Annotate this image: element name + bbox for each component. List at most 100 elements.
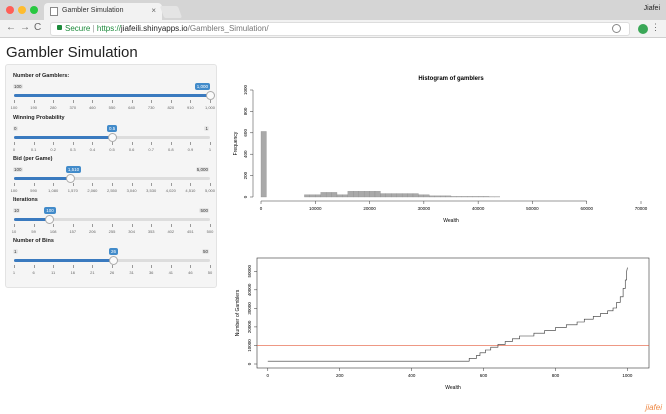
slider-tick-mark xyxy=(151,224,153,227)
series-line xyxy=(267,267,628,362)
slider-tick-mark xyxy=(112,142,113,145)
slider-tick-label: 0.2 xyxy=(50,147,56,152)
profile-name[interactable]: Jiafei xyxy=(644,5,660,12)
slider-tick-label: 0.9 xyxy=(187,147,194,152)
new-tab-button[interactable] xyxy=(159,6,183,18)
slider-tick-mark xyxy=(92,265,94,268)
slider-tick-label: 0.6 xyxy=(128,147,135,152)
histogram-bar xyxy=(456,196,463,198)
slider-tick-label: 3,530 xyxy=(146,188,157,193)
y-axis-label: Number of Gamblers xyxy=(235,289,241,336)
back-button[interactable]: ← xyxy=(6,22,16,34)
slider-tick-label: 730 xyxy=(147,105,155,110)
maximize-window-icon[interactable] xyxy=(30,6,38,14)
slider-tick-mark xyxy=(190,142,192,145)
histogram-bar xyxy=(304,194,311,198)
slider-tick-label: 46 xyxy=(188,270,193,275)
address-bar[interactable]: Secure | https://jiafeili.shinyapps.io/G… xyxy=(50,22,630,36)
slider-tick-label: 100 xyxy=(10,188,18,193)
slider-tick-mark xyxy=(33,224,35,227)
page-title: Gambler Simulation xyxy=(6,44,138,61)
histogram-bar xyxy=(385,193,392,198)
x-tick-label: 400 xyxy=(408,373,416,378)
slider-ticks: 100 590 1,080 1,570 2,060 2,550 3,040 3,530 4,02… xyxy=(10,183,215,193)
x-tick-label: 20000 xyxy=(363,206,376,211)
slider-tick-mark xyxy=(33,100,35,103)
slider-max-label: 5,000 xyxy=(195,167,209,172)
slider-tick-mark xyxy=(151,100,153,103)
slider-min-label: 0 xyxy=(13,126,18,131)
histogram-bar xyxy=(439,195,446,198)
slider-tick-label: 460 xyxy=(89,105,96,110)
y-tick-label: 800 xyxy=(243,107,248,115)
slider-value-bubble: 100 xyxy=(44,207,56,214)
slider-track[interactable] xyxy=(14,177,210,180)
slider-handle[interactable] xyxy=(205,91,215,100)
slider-handle[interactable] xyxy=(107,133,117,142)
slider-handle[interactable] xyxy=(44,215,54,224)
minimize-window-icon[interactable] xyxy=(18,6,26,14)
reload-button[interactable]: C xyxy=(34,22,41,34)
histogram-bar xyxy=(342,194,349,198)
slider-tick-mark xyxy=(14,183,15,186)
x-tick-label: 40000 xyxy=(472,206,485,211)
y-tick-label: 1000 xyxy=(243,84,248,95)
slider-tick-label: 0.7 xyxy=(148,147,154,152)
sidebar-controls-panel: Number of Gamblers:1001,0001,00010019028… xyxy=(5,64,217,288)
y-tick-label: 600 xyxy=(243,129,248,137)
extension-icon[interactable] xyxy=(638,24,648,34)
slider-tick-mark xyxy=(14,224,15,227)
browser-menu-icon[interactable]: ⋮ xyxy=(651,22,660,33)
slider-track[interactable] xyxy=(14,94,210,97)
slider-tick-label: 41 xyxy=(168,270,174,275)
histogram-bar xyxy=(309,194,316,198)
slider-ticks: 1 6 11 16 21 26 31 36 41 46 50 xyxy=(13,265,212,275)
histogram-bar xyxy=(374,191,381,198)
browser-tab[interactable]: Gambler Simulation × xyxy=(44,3,162,20)
x-tick-label: 600 xyxy=(480,373,488,378)
histogram-bar xyxy=(347,191,354,198)
slider-tick-mark xyxy=(131,100,133,103)
chart-title: Histogram of gamblers xyxy=(418,76,484,82)
histogram-bar xyxy=(483,196,490,198)
histogram-bar xyxy=(461,196,468,198)
slider-tick-mark xyxy=(151,183,153,186)
slider-handle[interactable] xyxy=(66,174,76,183)
slider-tick-label: 21 xyxy=(90,270,95,275)
tab-close-icon[interactable]: × xyxy=(151,6,156,15)
secure-label: Secure xyxy=(65,24,91,33)
slider-tick-mark xyxy=(170,265,172,268)
close-window-icon[interactable] xyxy=(6,6,14,14)
bookmark-star-icon[interactable] xyxy=(612,24,621,33)
slider-tick-mark xyxy=(53,183,55,186)
histogram-bar xyxy=(380,193,387,198)
histogram-bar xyxy=(260,131,267,198)
slider-handle[interactable] xyxy=(109,256,119,265)
slider-track[interactable] xyxy=(14,218,210,221)
slider-value-bubble: 1,510 xyxy=(65,166,82,173)
slider-max-label: 1 xyxy=(204,126,209,131)
slider-max-label: 50 xyxy=(201,249,209,254)
lock-icon xyxy=(57,25,62,30)
x-axis-label: Wealth xyxy=(445,385,461,391)
forward-button[interactable]: → xyxy=(20,22,30,34)
x-tick-label: 70000 xyxy=(635,206,648,211)
slider-tick-label: 206 xyxy=(89,229,96,234)
histogram-bar xyxy=(336,194,343,198)
x-tick-label: 50000 xyxy=(526,206,539,211)
slider-value-bubble: 1,000 xyxy=(194,83,210,90)
slider-tick-label: 304 xyxy=(128,229,135,234)
slider-label: Number of Gamblers: xyxy=(13,73,70,79)
x-tick-label: 60000 xyxy=(580,206,593,211)
slider-tick-label: 640 xyxy=(128,105,135,110)
histogram-bar xyxy=(358,191,365,198)
slider-tick-label: 1 xyxy=(208,147,212,152)
slider-tick-label: 3,040 xyxy=(126,188,137,193)
slider-tick-label: 10 xyxy=(11,229,17,234)
slider-tick-label: 108 xyxy=(49,229,57,234)
browser-tab-strip: Gambler Simulation × Jiafei xyxy=(0,0,666,20)
slider-tick-mark xyxy=(210,142,211,145)
slider-tick-mark xyxy=(53,265,55,268)
histogram-bar xyxy=(401,193,408,198)
y-tick-label: 200 xyxy=(243,171,248,179)
